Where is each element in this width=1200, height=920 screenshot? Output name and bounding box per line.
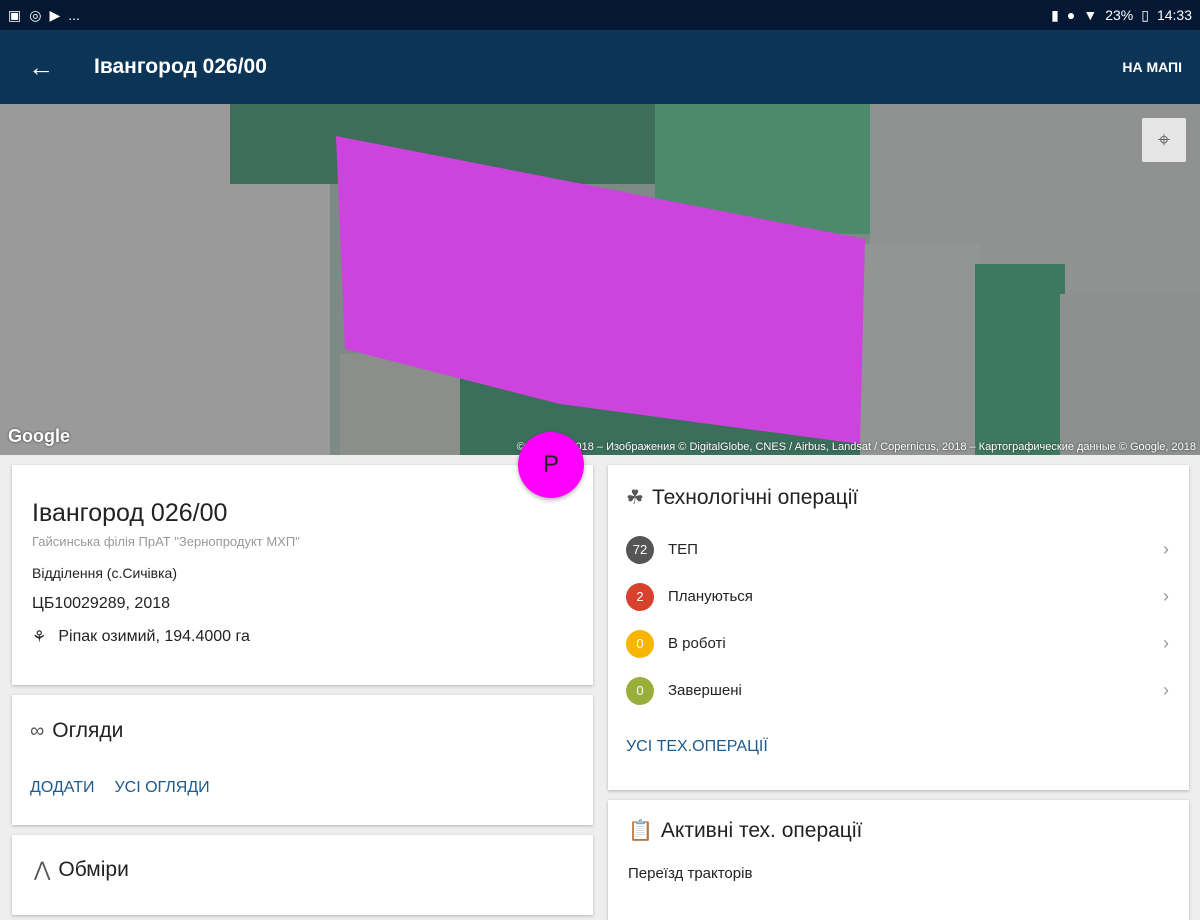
field-info-card: Івангород 026/00 Гайсинська філія ПрАТ "…	[12, 465, 593, 685]
inspections-card: ∞ Огляди ДОДАТИ УСІ ОГЛЯДИ	[12, 695, 593, 825]
measurements-card[interactable]: ⋀ Обміри	[12, 835, 593, 915]
operation-row[interactable]: 0 В роботі ›	[626, 620, 1171, 667]
operation-label: ТЕП	[668, 541, 698, 558]
more-notifications: ...	[68, 7, 80, 23]
active-operations-title: Активні тех. операції	[660, 818, 863, 842]
add-inspection-button[interactable]: ДОДАТИ	[30, 779, 94, 797]
crop-info: Ріпак озимий, 194.4000 га	[58, 628, 250, 645]
image-icon: ▣	[8, 6, 22, 23]
chevron-right-icon: ›	[1163, 633, 1169, 653]
count-badge: 72	[626, 535, 654, 564]
map-attribution: © Google, 2018 – Изображения © DigitalGl…	[516, 441, 1196, 453]
chevron-right-icon: ›	[1163, 586, 1169, 606]
clipboard-icon: 📋	[628, 820, 653, 842]
satellite-map[interactable]: ⌖ Google © Google, 2018 – Изображения © …	[0, 104, 1200, 455]
division: Відділення (с.Сичівка)	[32, 565, 177, 581]
count-badge: 0	[626, 676, 654, 705]
count-badge: 2	[626, 582, 654, 611]
field-fab-button[interactable]: P	[518, 432, 584, 498]
crosshair-icon: ⌖	[1157, 127, 1171, 152]
operation-row[interactable]: 2 Плануються ›	[626, 573, 1171, 620]
operation-label: Плануються	[668, 588, 753, 605]
operation-row[interactable]: 72 ТЕП ›	[626, 526, 1171, 573]
my-location-button[interactable]: ⌖	[1142, 118, 1186, 162]
measurements-title: Обміри	[58, 857, 129, 881]
chevron-right-icon: ›	[1163, 539, 1169, 559]
page-title: Івангород 026/00	[94, 55, 267, 78]
active-operation-item[interactable]: Переїзд тракторів	[628, 865, 1169, 882]
inspections-title: Огляди	[52, 719, 124, 742]
operations-title: Технологічні операції	[651, 485, 859, 509]
wifi-icon: ▼	[1083, 7, 1098, 23]
clock: 14:33	[1156, 7, 1192, 23]
field-name: Івангород 026/00	[32, 499, 228, 527]
on-map-button[interactable]: НА МАПІ	[1122, 59, 1182, 75]
battery-icon: ▯	[1141, 6, 1149, 23]
operations-card: ☘ Технологічні операції 72 ТЕП › 2 Плануються…	[608, 465, 1189, 790]
count-badge: 0	[626, 629, 654, 658]
operation-label: В роботі	[668, 635, 726, 652]
sprout-icon: ⚘	[32, 629, 47, 646]
battery-level: 23%	[1105, 7, 1134, 23]
all-operations-button[interactable]: УСІ ТЕХ.ОПЕРАЦІЇ	[626, 738, 1171, 756]
chevron-right-icon: ›	[1163, 680, 1169, 700]
play-icon: ▶	[49, 6, 61, 23]
vpn-icon: ◎	[29, 6, 42, 23]
hand-plant-icon: ☘	[626, 487, 644, 509]
location-icon: ●	[1066, 7, 1076, 23]
app-bar: ← Івангород 026/00 НА МАПІ	[0, 30, 1200, 104]
map-parcel	[975, 264, 1065, 455]
back-arrow-icon[interactable]: ←	[28, 52, 58, 83]
lock-icon: ▮	[1051, 6, 1059, 23]
all-inspections-button[interactable]: УСІ ОГЛЯДИ	[114, 779, 209, 797]
google-logo: Google	[8, 426, 70, 446]
operation-label: Завершені	[668, 682, 742, 699]
field-code: ЦБ10029289, 2018	[32, 595, 171, 612]
map-parcel	[860, 244, 980, 455]
compass-icon: ⋀	[34, 859, 51, 881]
map-imagery	[0, 104, 1200, 455]
active-operations-card: 📋 Активні тех. операції Переїзд тракторів	[608, 800, 1189, 920]
binoculars-icon: ∞	[30, 719, 45, 742]
status-bar: ▣ ◎ ▶... ▮ ● ▼ 23% ▯ 14:33	[0, 0, 1200, 30]
company-name: Гайсинська філія ПрАТ "Зернопродукт МХП"	[32, 534, 300, 549]
operation-row[interactable]: 0 Завершені ›	[626, 667, 1171, 714]
map-parcel	[1060, 294, 1200, 455]
